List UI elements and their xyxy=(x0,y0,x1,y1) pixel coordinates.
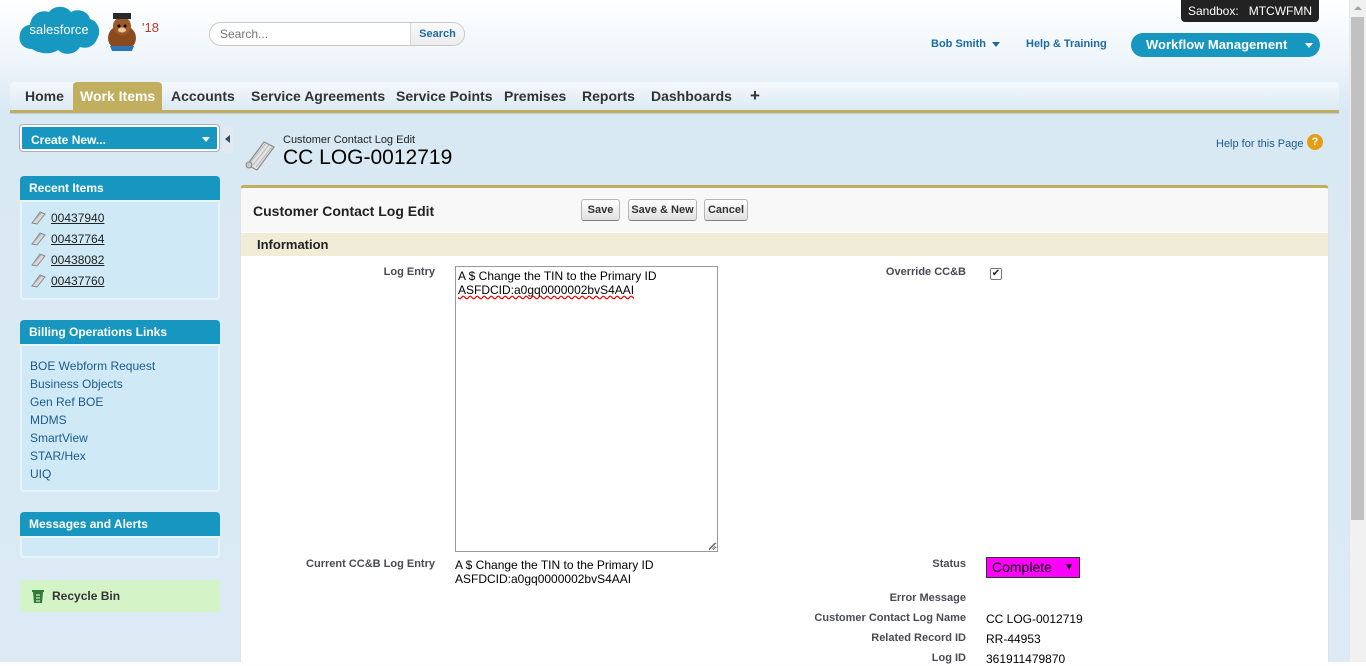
tab-work-items[interactable]: Work Items xyxy=(73,82,163,110)
messages-alerts-header: Messages and Alerts xyxy=(20,512,220,536)
status-label: Status xyxy=(932,558,966,570)
billing-link[interactable]: STAR/Hex xyxy=(30,449,86,463)
section-title: Information xyxy=(257,237,329,252)
tab-service-points[interactable]: Service Points xyxy=(389,82,500,110)
create-new-label: Create New... xyxy=(31,133,106,147)
log-entry-line: A $ Change the TIN to the Primary ID xyxy=(458,269,657,283)
billing-links-header: Billing Operations Links xyxy=(20,320,220,344)
log-id-label: Log ID xyxy=(931,652,966,664)
page-title: CC LOG-0012719 xyxy=(283,146,453,169)
sandbox-name: MTCWFMN xyxy=(1248,4,1313,18)
billing-link[interactable]: SmartView xyxy=(30,431,88,445)
chevron-down-icon xyxy=(1305,43,1313,48)
recent-items-header: Recent Items xyxy=(20,176,220,200)
app-switcher[interactable]: Workflow Management xyxy=(1131,33,1320,57)
chevron-down-icon: ▼ xyxy=(1064,562,1074,573)
override-ccb-label: Override CC&B xyxy=(885,266,966,278)
panel-title: Customer Contact Log Edit xyxy=(253,203,435,219)
search-input[interactable] xyxy=(210,23,410,45)
scroll-up-arrow-icon[interactable] xyxy=(1349,0,1366,17)
help-icon[interactable]: ? xyxy=(1307,134,1323,150)
billing-link[interactable]: Business Objects xyxy=(30,377,123,391)
tab-accounts[interactable]: Accounts xyxy=(164,82,242,110)
search-button[interactable]: Search xyxy=(410,23,464,45)
log-entry-textarea[interactable]: A $ Change the TIN to the Primary ID ASF… xyxy=(455,266,718,552)
resize-grip-icon[interactable] xyxy=(708,542,716,550)
recycle-bin-icon xyxy=(32,590,44,603)
mascot-badge: '18 xyxy=(142,20,159,35)
list-item: 00437764 xyxy=(30,230,104,248)
sandbox-badge: Sandbox: MTCWFMN xyxy=(1181,0,1319,22)
logo-text: salesforce xyxy=(29,22,88,37)
help-for-page-link[interactable]: Help for this Page xyxy=(1216,138,1303,150)
scrollbar-thumb[interactable] xyxy=(1351,17,1364,520)
billing-links-list: BOE Webform Request Business Objects Gen… xyxy=(20,344,220,492)
log-entry-label: Log Entry xyxy=(383,266,435,278)
current-log-entry-line: ASFDCID:a0gq0000002bvS4AAI xyxy=(455,572,632,586)
current-log-entry-line: A $ Change the TIN to the Primary ID xyxy=(455,558,654,572)
app-name: Workflow Management xyxy=(1146,37,1288,52)
recent-item-link[interactable]: 00438082 xyxy=(51,253,104,267)
tab-premises[interactable]: Premises xyxy=(497,82,573,110)
log-id-value: 361911479870 xyxy=(986,652,1066,666)
tab-bar: Home Work Items Accounts Service Agreeme… xyxy=(10,82,1339,113)
add-tab-plus-icon[interactable]: + xyxy=(743,82,767,110)
sandbox-label: Sandbox: xyxy=(1187,4,1239,18)
tab-service-agreements[interactable]: Service Agreements xyxy=(244,82,392,110)
log-name-label: Customer Contact Log Name xyxy=(814,612,966,624)
log-name-value: CC LOG-0012719 xyxy=(986,612,1083,626)
log-record-icon xyxy=(31,211,46,225)
billing-link[interactable]: UIQ xyxy=(30,467,51,481)
status-value: Complete xyxy=(992,559,1052,575)
cancel-button[interactable]: Cancel xyxy=(704,199,748,221)
list-item: 00438082 xyxy=(30,251,104,269)
page-subtitle: Customer Contact Log Edit xyxy=(283,134,416,146)
tab-dashboards[interactable]: Dashboards xyxy=(644,82,739,110)
billing-link[interactable]: Gen Ref BOE xyxy=(30,395,103,409)
save-button[interactable]: Save xyxy=(581,199,620,221)
current-log-entry-label: Current CC&B Log Entry xyxy=(306,558,435,570)
messages-alerts-body xyxy=(20,536,220,558)
tab-reports[interactable]: Reports xyxy=(575,82,642,110)
recent-item-link[interactable]: 00437760 xyxy=(51,274,104,288)
tab-home[interactable]: Home xyxy=(18,82,71,110)
list-item: 00437940 xyxy=(30,209,104,227)
billing-link[interactable]: MDMS xyxy=(30,413,67,427)
related-record-value: RR-44953 xyxy=(986,632,1041,646)
global-search: Search xyxy=(209,22,465,46)
log-record-icon xyxy=(31,232,46,246)
related-record-label: Related Record ID xyxy=(871,632,966,644)
log-entry-line: ASFDCID:a0gq0000002bvS4AAI xyxy=(458,283,635,297)
salesforce-logo[interactable]: salesforce xyxy=(18,3,100,61)
section-header-information: Information xyxy=(241,232,1328,256)
chevron-down-icon xyxy=(202,137,210,142)
help-training-link[interactable]: Help & Training xyxy=(1026,38,1107,50)
log-record-icon xyxy=(31,274,46,288)
user-name: Bob Smith xyxy=(931,38,986,50)
error-message-label: Error Message xyxy=(889,592,966,604)
save-new-button[interactable]: Save & New xyxy=(628,199,697,221)
override-ccb-checkbox[interactable]: ✔ xyxy=(990,268,1002,280)
log-record-icon xyxy=(31,253,46,267)
current-log-entry-value: A $ Change the TIN to the Primary ID ASF… xyxy=(455,558,654,586)
form-area xyxy=(241,256,1328,662)
recycle-bin-link[interactable]: Recycle Bin xyxy=(20,580,220,612)
user-menu[interactable]: Bob Smith xyxy=(931,38,1000,50)
chevron-down-icon xyxy=(992,41,1000,47)
log-record-icon xyxy=(244,137,276,171)
list-item: 00437760 xyxy=(30,272,104,290)
recent-items-list: 00437940 00437764 00438082 00437760 xyxy=(20,200,220,300)
create-new-button[interactable]: Create New... xyxy=(20,125,219,151)
billing-link[interactable]: BOE Webform Request xyxy=(30,359,155,373)
recycle-bin-label: Recycle Bin xyxy=(52,589,121,603)
sidebar-collapse-handle[interactable] xyxy=(223,125,233,153)
mascot-image: '18 xyxy=(104,10,160,52)
recent-item-link[interactable]: 00437940 xyxy=(51,211,104,225)
status-select[interactable]: Complete ▼ xyxy=(986,557,1080,578)
recent-item-link[interactable]: 00437764 xyxy=(51,232,104,246)
